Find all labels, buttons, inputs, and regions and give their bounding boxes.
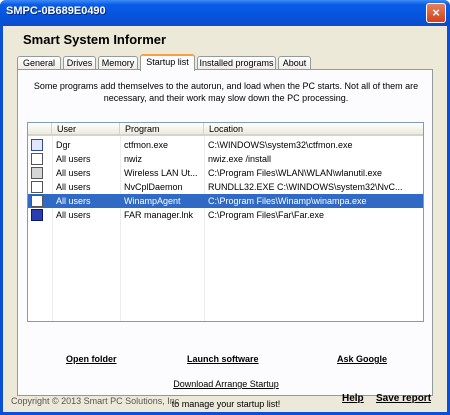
cell-user: Dgr [56,140,71,150]
app-title: Smart System Informer [23,32,167,47]
cell-user: All users [56,168,91,178]
table-row[interactable]: All users nwiz nwiz.exe /install [28,152,423,166]
copyright-text: Copyright © 2013 Smart PC Solutions, Inc [11,396,180,406]
help-link[interactable]: Help [342,393,364,404]
cell-location: C:\Program Files\WLAN\WLAN\wlanutil.exe [208,168,383,178]
tab-general[interactable]: General [17,56,61,70]
cell-program: nwiz [124,154,143,164]
blank-app-icon [31,195,43,207]
ask-google-link[interactable]: Ask Google [337,354,387,364]
blank-app-icon [31,181,43,193]
column-header-location[interactable]: Location [204,123,423,136]
tab-installed-programs[interactable]: Installed programs [197,56,276,70]
cell-location: nwiz.exe /install [208,154,272,164]
table-row[interactable]: Dgr ctfmon.exe C:\WINDOWS\system32\ctfmo… [28,138,423,152]
table-row[interactable]: All users FAR manager.lnk C:\Program Fil… [28,208,423,222]
open-folder-link[interactable]: Open folder [66,354,117,364]
cell-program: FAR manager.lnk [124,210,194,220]
cell-program: ctfmon.exe [124,140,169,150]
download-arrange-startup-link[interactable]: Download Arrange Startup [18,379,434,389]
launch-software-link[interactable]: Launch software [187,354,259,364]
table-row-selected[interactable]: All users WinampAgent C:\Program Files\W… [28,194,423,208]
tab-drives[interactable]: Drives [63,56,96,70]
action-links: Open folder Launch software Ask Google [18,354,434,366]
cell-program: NvCplDaemon [124,182,183,192]
list-header: User Program Location [28,123,423,136]
startup-list-view[interactable]: User Program Location Dgr ctfmon.exe C:\… [27,122,424,322]
far-manager-icon [31,209,43,221]
blank-app-icon [31,153,43,165]
close-button[interactable]: × [426,3,446,23]
cell-location: C:\Program Files\Winamp\winampa.exe [208,196,367,206]
column-header-user[interactable]: User [52,123,120,136]
cell-location: C:\WINDOWS\system32\ctfmon.exe [208,140,353,150]
cell-user: All users [56,182,91,192]
cell-user: All users [56,196,91,206]
app-window: SMPC-0B689E0490 × Smart System Informer … [0,0,450,415]
wireless-checker-icon [31,167,43,179]
icon-column-header[interactable] [28,123,52,136]
column-header-program[interactable]: Program [120,123,204,136]
startup-list-panel: Some programs add themselves to the auto… [17,69,434,409]
cell-user: All users [56,154,91,164]
cell-location: C:\Program Files\Far\Far.exe [208,210,325,220]
cell-program: Wireless LAN Ut... [124,168,198,178]
cell-user: All users [56,210,91,220]
tab-memory[interactable]: Memory [98,56,138,70]
tab-about[interactable]: About [278,56,311,70]
table-row[interactable]: All users Wireless LAN Ut... C:\Program … [28,166,423,180]
window-title: SMPC-0B689E0490 [6,5,106,17]
intro-text: Some programs add themselves to the auto… [33,81,419,103]
notepad-pencil-icon [31,139,43,151]
table-row[interactable]: All users NvCplDaemon RUNDLL32.EXE C:\WI… [28,180,423,194]
client-area: Smart System Informer General Drives Mem… [3,26,447,412]
save-report-link[interactable]: Save report [376,393,431,404]
cell-location: RUNDLL32.EXE C:\WINDOWS\system32\NvC... [208,182,403,192]
cell-program: WinampAgent [124,196,181,206]
title-bar[interactable]: SMPC-0B689E0490 × [0,0,450,26]
tab-startup-list[interactable]: Startup list [140,54,195,71]
